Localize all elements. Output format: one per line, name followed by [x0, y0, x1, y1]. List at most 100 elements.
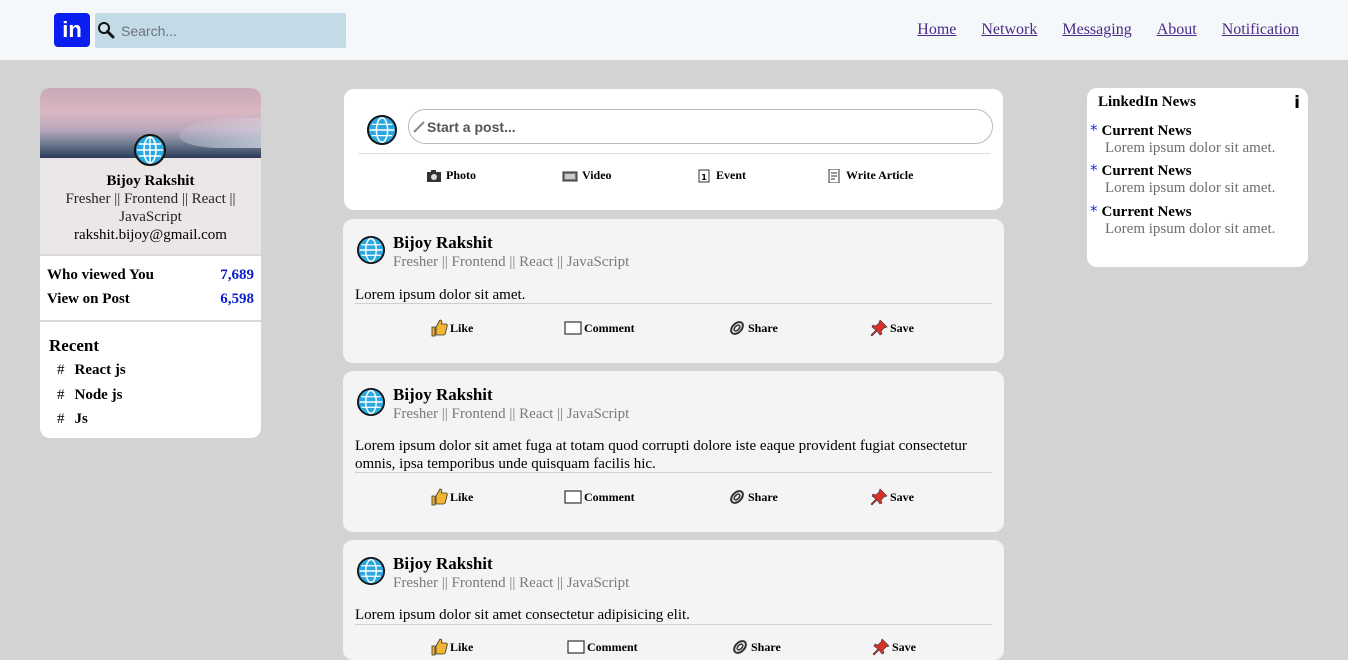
event-label: Event [716, 168, 746, 182]
start-post-input[interactable]: Start a post... [408, 109, 993, 144]
recent-label: Js [74, 411, 88, 427]
comment-button[interactable]: Comment [564, 488, 635, 506]
save-button[interactable]: Save [870, 319, 914, 337]
video-button[interactable]: Video [562, 168, 612, 183]
like-label: Like [450, 639, 474, 654]
post-author[interactable]: Bijoy Rakshit [393, 554, 493, 574]
asterisk-icon: * [1090, 121, 1098, 139]
event-button[interactable]: 1 Event [696, 168, 746, 183]
thumbs-up-icon [431, 638, 448, 656]
stat-label: Who viewed You [47, 267, 154, 283]
recent-item-react[interactable]: # React js [57, 362, 126, 379]
info-icon[interactable]: i [1294, 93, 1300, 113]
search-icon [98, 22, 115, 39]
news-heading: Current News [1101, 163, 1192, 179]
like-button[interactable]: Like [430, 638, 473, 656]
pencil-icon [413, 121, 425, 133]
post-author[interactable]: Bijoy Rakshit [393, 233, 493, 253]
news-item[interactable]: * Current News Lorem ipsum dolor sit amet… [1090, 121, 1305, 156]
profile-name[interactable]: Bijoy Rakshit [40, 172, 261, 190]
share-label: Share [751, 639, 781, 654]
news-item[interactable]: * Current News Lorem ipsum dolor sit amet… [1090, 161, 1305, 196]
post-author[interactable]: Bijoy Rakshit [393, 385, 493, 405]
comment-label: Comment [584, 489, 635, 504]
share-button[interactable]: Share [731, 638, 781, 656]
share-button[interactable]: Share [728, 488, 778, 506]
linkedin-logo[interactable]: in [54, 13, 90, 47]
like-label: Like [450, 489, 474, 504]
comment-icon [567, 640, 585, 654]
thumbs-up-icon [431, 319, 448, 337]
post-author-subtitle: Fresher || Frontend || React || JavaScri… [393, 406, 630, 422]
profile-avatar-globe-icon[interactable] [134, 134, 166, 166]
post-text: Lorem ipsum dolor sit amet fuga at totam… [355, 438, 967, 472]
news-heading: Current News [1101, 123, 1192, 139]
search-input[interactable] [119, 19, 343, 43]
start-post-placeholder: Start a post... [427, 119, 516, 135]
hashtag-icon: # [57, 387, 65, 403]
save-button[interactable]: Save [872, 638, 916, 656]
recent-item-node[interactable]: # Node js [57, 387, 122, 404]
news-description: Lorem ipsum dolor sit amet. [1105, 140, 1276, 156]
calendar-icon: 1 [698, 169, 710, 182]
profile-email: rakshit.bijoy@gmail.com [74, 227, 227, 243]
comment-label: Comment [584, 320, 635, 335]
profile-stats: Who viewed You 7,689 View on Post 6,598 [40, 254, 261, 322]
author-avatar-globe-icon[interactable] [357, 557, 385, 585]
share-button[interactable]: Share [728, 319, 778, 337]
post-text: Lorem ipsum dolor sit amet. [355, 287, 526, 303]
stat-view-on-post[interactable]: View on Post 6,598 [47, 291, 254, 308]
nav-messaging[interactable]: Messaging [1062, 21, 1131, 39]
nav-about[interactable]: About [1157, 21, 1197, 39]
author-avatar-globe-icon[interactable] [357, 236, 385, 264]
asterisk-icon: * [1090, 161, 1098, 179]
nav-home[interactable]: Home [917, 21, 956, 39]
post-author-subtitle: Fresher || Frontend || React || JavaScri… [393, 575, 630, 591]
like-button[interactable]: Like [430, 488, 473, 506]
news-item[interactable]: * Current News Lorem ipsum dolor sit amet… [1090, 202, 1305, 237]
share-link-icon [730, 321, 744, 335]
hashtag-icon: # [57, 411, 65, 427]
post-composer: Start a post... Photo Video 1 Event Writ… [344, 89, 1003, 210]
comment-button[interactable]: Comment [564, 319, 635, 337]
like-button[interactable]: Like [430, 319, 473, 337]
share-link-icon [730, 490, 744, 504]
main-nav: Home Network Messaging About Notificatio… [892, 21, 1299, 39]
save-button[interactable]: Save [870, 488, 914, 506]
news-title: LinkedIn News [1098, 94, 1196, 110]
composer-divider [358, 153, 990, 154]
news-panel: LinkedIn News i * Current News Lorem ipsu… [1087, 88, 1308, 267]
svg-text:1: 1 [701, 173, 707, 182]
pushpin-icon [870, 319, 888, 337]
save-label: Save [890, 320, 914, 335]
write-article-label: Write Article [846, 168, 914, 182]
recent-item-js[interactable]: # Js [57, 411, 88, 428]
nav-network[interactable]: Network [981, 21, 1037, 39]
stat-label: View on Post [47, 291, 130, 307]
nav-notification[interactable]: Notification [1222, 21, 1299, 39]
profile-title: Fresher || Frontend || React || JavaScri… [65, 191, 236, 225]
comment-button[interactable]: Comment [567, 638, 638, 656]
author-avatar-globe-icon[interactable] [357, 388, 385, 416]
save-label: Save [890, 489, 914, 504]
share-label: Share [748, 489, 778, 504]
composer-avatar-globe-icon[interactable] [367, 115, 397, 145]
pushpin-icon [872, 638, 890, 656]
thumbs-up-icon [431, 488, 448, 506]
comment-icon [564, 490, 582, 504]
write-article-button[interactable]: Write Article [826, 168, 913, 183]
recent-heading: Recent [49, 336, 100, 355]
stat-value: 6,598 [220, 291, 254, 307]
recent-label: React js [74, 362, 126, 378]
pushpin-icon [870, 488, 888, 506]
camera-icon [427, 169, 441, 182]
search-bar[interactable] [95, 13, 346, 48]
post-divider [355, 624, 992, 625]
recent-label: Node js [74, 387, 123, 403]
photo-button[interactable]: Photo [426, 168, 476, 183]
comment-icon [564, 321, 582, 335]
stat-who-viewed[interactable]: Who viewed You 7,689 [47, 267, 254, 284]
save-label: Save [892, 639, 916, 654]
post-text: Lorem ipsum dolor sit amet consectetur a… [355, 607, 690, 623]
share-link-icon [733, 640, 747, 654]
